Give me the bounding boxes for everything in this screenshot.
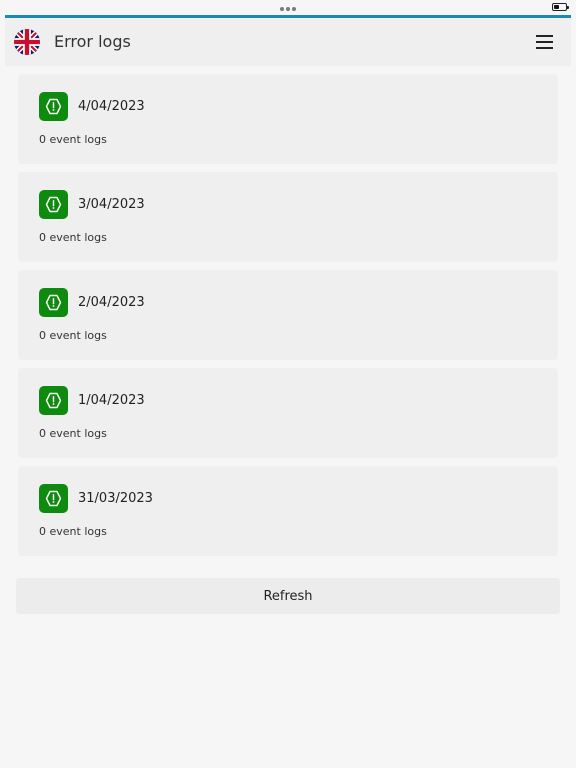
log-count: 0 event logs <box>39 231 107 244</box>
log-date: 2/04/2023 <box>78 295 145 310</box>
log-card[interactable]: 4/04/2023 0 event logs <box>18 74 558 164</box>
battery-icon <box>552 3 569 11</box>
error-warning-icon <box>39 190 68 219</box>
multitasking-grabber[interactable] <box>280 7 296 11</box>
refresh-button[interactable]: Refresh <box>16 578 560 614</box>
error-warning-icon <box>39 484 68 513</box>
uk-flag-icon[interactable] <box>14 29 40 55</box>
error-warning-icon <box>39 288 68 317</box>
log-card[interactable]: 2/04/2023 0 event logs <box>18 270 558 360</box>
app-bar: Error logs <box>5 18 571 66</box>
error-warning-icon <box>39 92 68 121</box>
log-count: 0 event logs <box>39 329 107 342</box>
log-count: 0 event logs <box>39 427 107 440</box>
log-card[interactable]: 3/04/2023 0 event logs <box>18 172 558 262</box>
log-list: 4/04/2023 0 event logs 3/04/2023 0 event… <box>18 74 558 564</box>
log-date: 4/04/2023 <box>78 99 145 114</box>
log-count: 0 event logs <box>39 525 107 538</box>
log-date: 1/04/2023 <box>78 393 145 408</box>
status-bar <box>0 0 576 16</box>
log-card[interactable]: 31/03/2023 0 event logs <box>18 466 558 556</box>
page-title: Error logs <box>54 32 131 51</box>
log-date: 31/03/2023 <box>78 491 153 506</box>
log-date: 3/04/2023 <box>78 197 145 212</box>
hamburger-menu-icon[interactable] <box>531 30 555 54</box>
log-card[interactable]: 1/04/2023 0 event logs <box>18 368 558 458</box>
log-count: 0 event logs <box>39 133 107 146</box>
error-warning-icon <box>39 386 68 415</box>
